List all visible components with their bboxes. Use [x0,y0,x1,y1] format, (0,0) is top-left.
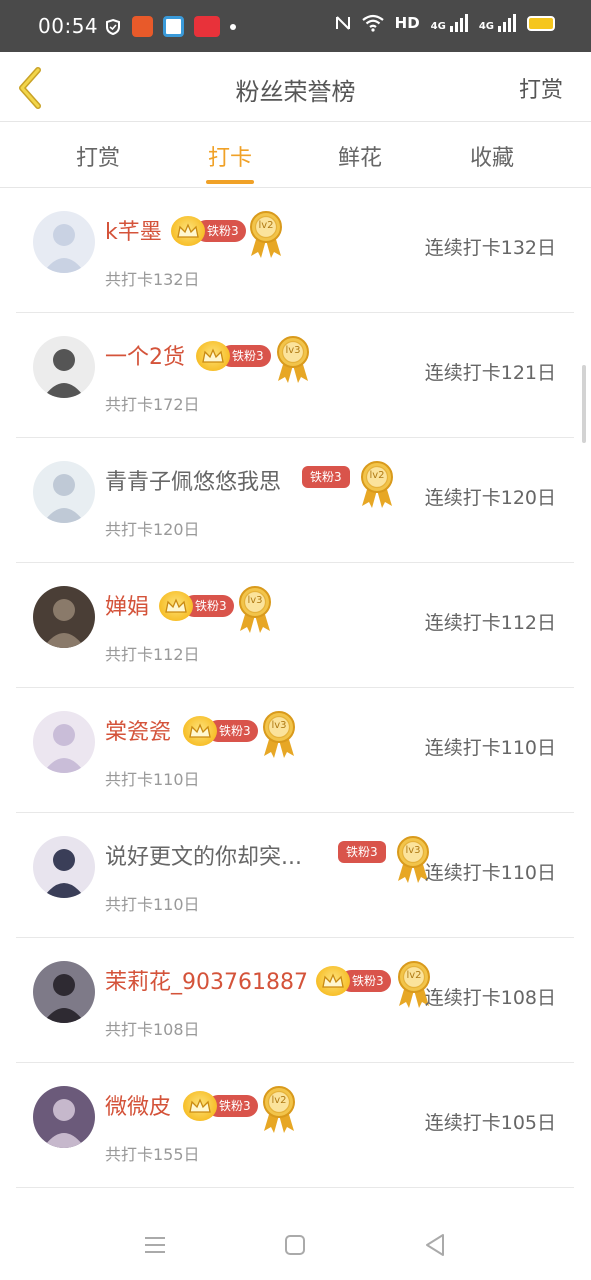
avatar[interactable] [33,836,95,898]
medal-level-label: lv3 [405,845,421,856]
home-icon[interactable] [282,1232,308,1258]
crown-icon [316,966,350,996]
streak-checkin-count: 连续打卡120日 [424,487,556,509]
crown-icon [183,716,217,746]
reward-button[interactable]: 打赏 [519,72,563,104]
page-title: 粉丝荣誉榜 [235,78,356,106]
fan-list-item[interactable]: 青青子佩悠悠我思 铁粉3 lv2 共打卡120日 连续打卡120日 [16,438,574,563]
more-notifications-icon [230,23,236,30]
fan-name[interactable]: 青青子佩悠悠我思 [105,464,281,496]
level-medal-icon: lv3 [237,585,273,635]
signal-icon: 4G [479,14,516,32]
fan-list-item[interactable]: 棠瓷瓷 铁粉3 lv3 共打卡110日 连续打卡110日 [16,688,574,813]
streak-checkin-count: 连续打卡121日 [424,362,556,384]
avatar[interactable] [33,336,95,398]
fan-level-badge: 铁粉3 [196,341,271,371]
status-notification-icons [104,16,236,37]
fan-list-item[interactable]: 婵娟 铁粉3 lv3 共打卡112日 连续打卡112日 [16,563,574,688]
fan-name[interactable]: 婵娟 [105,589,149,621]
crown-icon [171,216,205,246]
streak-checkin-count: 连续打卡105日 [424,1112,556,1134]
avatar[interactable] [33,1086,95,1148]
scrollbar[interactable] [582,365,586,443]
streak-checkin-count: 连续打卡132日 [424,237,556,259]
crown-icon [196,341,230,371]
medal-level-label: lv2 [271,1095,287,1106]
streak-checkin-count: 连续打卡108日 [424,987,556,1009]
avatar[interactable] [33,586,95,648]
crown-icon [183,1091,217,1121]
fan-list-item[interactable]: 说好更文的你却突... 铁粉3 lv3 共打卡110日 连续打卡110日 [16,813,574,938]
fan-level-badge: 铁粉3 [183,716,258,746]
tab-checkin[interactable]: 打卡 [190,140,270,172]
medal-level-label: lv3 [285,345,301,356]
network-type-label: HD [394,14,420,32]
fan-list-item[interactable]: 一个2货 铁粉3 lv3 共打卡172日 连续打卡121日 [16,313,574,438]
tab-flowers[interactable]: 鲜花 [320,140,400,172]
medal-level-label: lv3 [271,720,287,731]
total-checkin-count: 共打卡120日 [105,520,200,539]
fan-level-badge: 铁粉3 [338,841,386,863]
system-nav-bar [0,1210,591,1280]
streak-checkin-count: 连续打卡110日 [424,862,556,884]
back-nav-icon[interactable] [422,1232,448,1258]
fan-name[interactable]: 一个2货 [105,339,185,371]
fan-level-badge: 铁粉3 [171,216,246,246]
level-medal-icon: lv2 [261,1085,297,1135]
total-checkin-count: 共打卡110日 [105,770,200,789]
total-checkin-count: 共打卡132日 [105,270,200,289]
iron-fan-badge: 铁粉3 [302,466,350,488]
tab-reward[interactable]: 打赏 [58,140,138,172]
fan-name[interactable]: 棠瓷瓷 [105,714,171,746]
shield-icon [106,18,120,35]
app-notification-icon [163,16,184,37]
level-medal-icon: lv2 [248,210,284,260]
total-checkin-count: 共打卡110日 [105,895,200,914]
fan-level-badge: 铁粉3 [302,466,350,488]
iron-fan-badge: 铁粉3 [338,841,386,863]
app-notification-icon [194,16,220,37]
level-medal-icon: lv3 [261,710,297,760]
nfc-icon [335,16,350,30]
total-checkin-count: 共打卡108日 [105,1020,200,1039]
total-checkin-count: 共打卡112日 [105,645,200,664]
crown-icon [159,591,193,621]
level-medal-icon: lv2 [359,460,395,510]
total-checkin-count: 共打卡172日 [105,395,200,414]
streak-checkin-count: 连续打卡110日 [424,737,556,759]
status-system-icons: HD 4G 4G [335,14,555,32]
active-tab-indicator [206,180,254,184]
avatar[interactable] [33,711,95,773]
avatar[interactable] [33,961,95,1023]
medal-level-label: lv2 [258,220,274,231]
fan-level-badge: 铁粉3 [316,966,391,996]
fan-level-badge: 铁粉3 [183,1091,258,1121]
medal-level-label: lv2 [406,970,422,981]
battery-icon [527,15,555,31]
signal-icon: 4G [431,14,468,32]
fan-list-item[interactable]: k芊墨 铁粉3 lv2 共打卡132日 连续打卡132日 [16,188,574,313]
fan-level-badge: 铁粉3 [159,591,234,621]
wifi-icon [361,14,384,32]
medal-level-label: lv2 [369,470,385,481]
avatar[interactable] [33,211,95,273]
fan-name[interactable]: 微微皮 [105,1089,171,1121]
streak-checkin-count: 连续打卡112日 [424,612,556,634]
level-medal-icon: lv3 [275,335,311,385]
avatar[interactable] [33,461,95,523]
total-checkin-count: 共打卡155日 [105,1145,200,1164]
tab-bar: 打赏 打卡 鲜花 收藏 [0,122,591,188]
status-time: 00:54 [38,14,99,38]
fan-name[interactable]: k芊墨 [105,214,162,246]
fan-name[interactable]: 茉莉花_903761887 [105,964,308,996]
medal-level-label: lv3 [247,595,263,606]
app-notification-icon [132,16,153,37]
menu-icon[interactable] [142,1232,168,1258]
fan-name[interactable]: 说好更文的你却突... [105,839,302,871]
fan-list-item[interactable]: 茉莉花_903761887 铁粉3 lv2 共打卡108日 连续打卡108日 [16,938,574,1063]
status-bar: 00:54 HD 4G 4G [0,0,591,52]
fan-list-item[interactable]: 微微皮 铁粉3 lv2 共打卡155日 连续打卡105日 [16,1063,574,1188]
title-bar: 粉丝荣誉榜 打赏 [0,52,591,122]
tab-favorites[interactable]: 收藏 [452,140,532,172]
